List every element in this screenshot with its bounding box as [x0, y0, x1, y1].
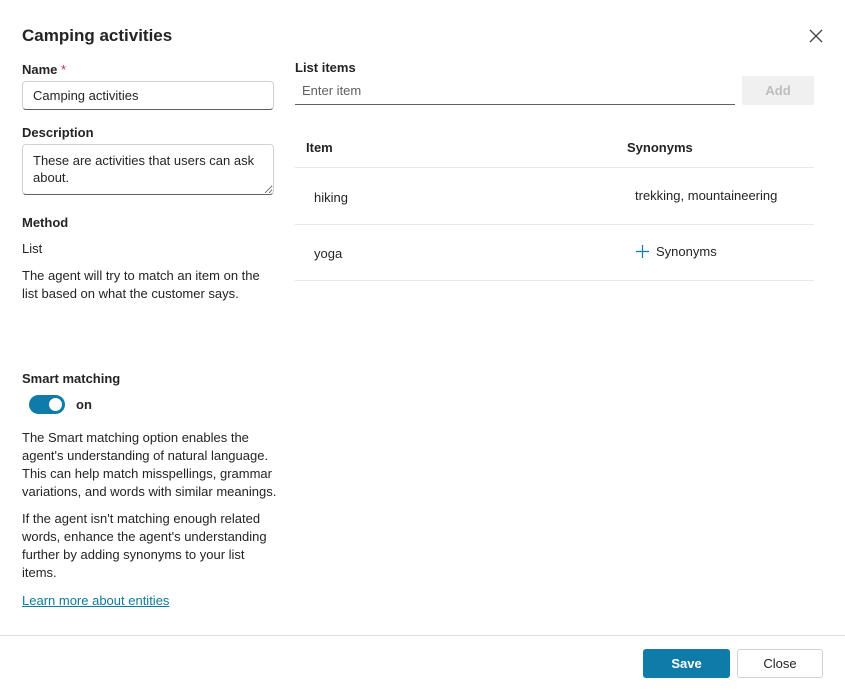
synonyms-cell[interactable]: trekking, mountaineering — [635, 188, 777, 203]
edit-entity-dialog: Camping activities Name * Description Th… — [0, 0, 845, 700]
column-header-synonyms: Synonyms — [627, 140, 693, 155]
add-synonyms-label: Synonyms — [656, 244, 717, 259]
column-header-item: Item — [306, 140, 333, 155]
add-synonyms-button[interactable]: Synonyms — [635, 244, 717, 259]
save-button[interactable]: Save — [643, 649, 730, 678]
method-value: List — [22, 241, 43, 256]
smart-matching-help-1: The Smart matching option enables the ag… — [22, 430, 277, 499]
header-divider — [295, 167, 814, 168]
required-indicator: * — [61, 62, 67, 77]
row-divider — [295, 224, 814, 225]
close-icon[interactable] — [806, 26, 826, 46]
learn-more-link[interactable]: Learn more about entities — [22, 593, 169, 608]
smart-matching-toggle[interactable] — [29, 395, 65, 414]
close-button[interactable]: Close — [737, 649, 823, 678]
row-divider — [295, 280, 814, 281]
toggle-knob — [49, 398, 62, 411]
smart-matching-state: on — [76, 397, 92, 412]
description-input[interactable]: These are activities that users can ask … — [22, 144, 274, 195]
add-button[interactable]: Add — [742, 76, 814, 105]
name-label-text: Name — [22, 62, 58, 77]
smart-matching-help-2: If the agent isn't matching enough relat… — [22, 511, 267, 580]
method-help-text: The agent will try to match an item on t… — [22, 268, 260, 301]
name-label: Name * — [22, 62, 66, 77]
dialog-title: Camping activities — [22, 26, 173, 45]
item-cell: yoga — [314, 246, 343, 261]
smart-matching-label: Smart matching — [22, 371, 121, 386]
item-cell: hiking — [314, 190, 348, 205]
name-input[interactable] — [22, 81, 274, 110]
enter-item-input[interactable] — [295, 77, 735, 105]
list-items-label: List items — [295, 60, 356, 75]
description-label: Description — [22, 125, 94, 140]
footer-divider — [0, 635, 845, 636]
method-label: Method — [22, 215, 69, 230]
plus-icon — [636, 245, 649, 258]
